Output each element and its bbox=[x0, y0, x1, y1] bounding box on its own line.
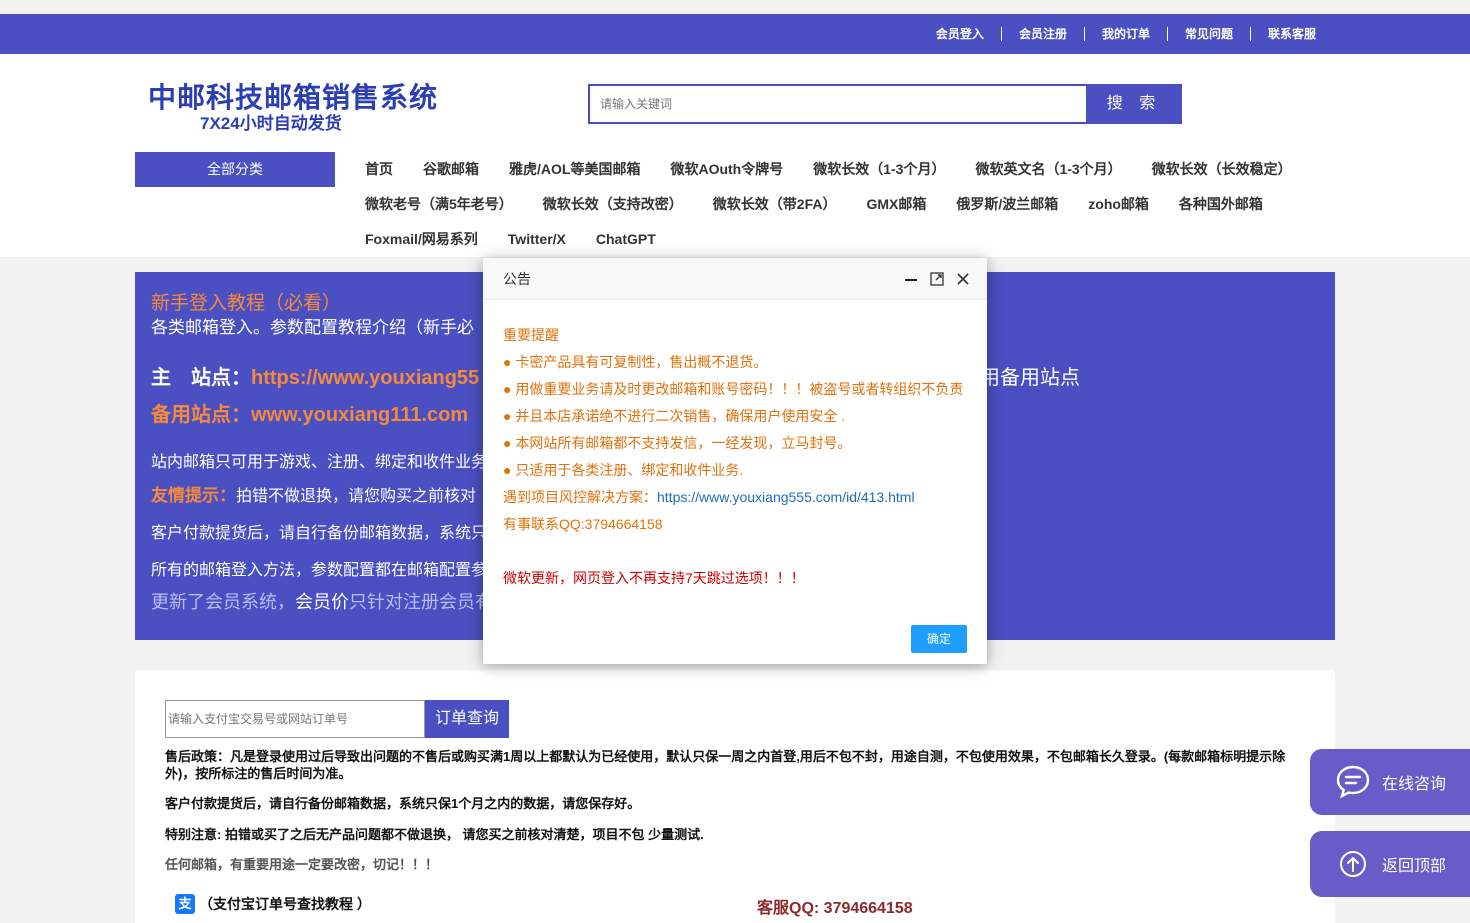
member-note-a: 更新了会员系统， bbox=[151, 592, 295, 612]
nav-item[interactable]: zoho邮箱 bbox=[1073, 187, 1164, 222]
microsoft-update-notice: 微软更新，网页登入不再支持7天跳过选项！！！ bbox=[503, 570, 805, 586]
logo-sub-text: 7X24小时自动发货 bbox=[200, 114, 342, 133]
service-qq: 客服QQ: 3794664158 bbox=[757, 900, 913, 917]
nav-item[interactable]: 各种国外邮箱 bbox=[1164, 187, 1278, 222]
member-register-link[interactable]: 会员注册 bbox=[1000, 27, 1084, 41]
nav-item[interactable]: 微软长效（支持改密） bbox=[528, 187, 698, 222]
announcement-dialog: 公告 重要提醒 ● 卡密产品具有可复制性，售出概不退货。 ● 用做重要业务请及时… bbox=[483, 258, 987, 664]
friendly-tip-text: 拍错不做退换，请您购买之前核对 bbox=[236, 488, 477, 505]
nav-item[interactable]: 微软长效（1-3个月） bbox=[798, 152, 960, 187]
notice-subtitle: 各类邮箱登入。参数配置教程介绍（新手必 bbox=[151, 318, 474, 337]
contact-service-link[interactable]: 联系客服 bbox=[1249, 27, 1333, 41]
nav-item[interactable]: 雅虎/AOL等美国邮箱 bbox=[494, 152, 655, 187]
confirm-button[interactable]: 确定 bbox=[911, 625, 967, 653]
order-query-panel: 请输入支付宝交易号或网站订单号 订单查询 售后政策：凡是登录使用过后导致出问题的… bbox=[135, 670, 1335, 923]
faq-link[interactable]: 常见问题 bbox=[1166, 27, 1250, 41]
maximize-icon[interactable] bbox=[929, 271, 945, 287]
dialog-item: ● 卡密产品具有可复制性，售出概不退货。 bbox=[503, 354, 768, 370]
logo-main-text: 中邮科技邮箱销售系统 bbox=[148, 82, 439, 113]
main-site-label: 主 站点： bbox=[151, 367, 251, 389]
risk-control-line: 遇到项目风控解决方案：https://www.youxiang555.com/i… bbox=[503, 484, 973, 511]
header: 中邮科技邮箱销售系统 7X24小时自动发货 请输入关键词 搜 索 全部分类 首页… bbox=[0, 54, 1470, 257]
dialog-title: 公告 bbox=[503, 271, 531, 287]
nav-item[interactable]: 微软长效（长效稳定） bbox=[1137, 152, 1307, 187]
search-button[interactable]: 搜 索 bbox=[1086, 84, 1182, 124]
dialog-item: ● 只适用于各类注册、绑定和收件业务. bbox=[503, 462, 744, 478]
order-query-button[interactable]: 订单查询 bbox=[425, 700, 509, 738]
main-site-url[interactable]: https://www.youxiang55 bbox=[251, 367, 479, 389]
backup-hint-text: 用备用站点 bbox=[980, 367, 1080, 389]
main-nav: 首页 谷歌邮箱 雅虎/AOL等美国邮箱 微软AOuth令牌号 微软长效（1-3个… bbox=[350, 152, 1330, 257]
nav-item[interactable]: GMX邮箱 bbox=[851, 187, 941, 222]
risk-control-label: 遇到项目风控解决方案： bbox=[503, 489, 657, 505]
top-bar: 会员登入 会员注册 我的订单 常见问题 联系客服 bbox=[0, 14, 1470, 54]
top-links: 会员登入 会员注册 我的订单 常见问题 联系客服 bbox=[919, 14, 1333, 54]
nav-item[interactable]: 首页 bbox=[350, 152, 408, 187]
order-number-input[interactable]: 请输入支付宝交易号或网站订单号 bbox=[165, 700, 425, 738]
data-backup-policy: 客户付款提货后，请自行备份邮箱数据，系统只保1个月之内的数据，请您保存好。 bbox=[165, 796, 641, 811]
site-logo[interactable]: 中邮科技邮箱销售系统 7X24小时自动发货 bbox=[148, 82, 438, 134]
arrow-up-circle-icon bbox=[1334, 845, 1372, 883]
nav-item[interactable]: ChatGPT bbox=[581, 222, 671, 257]
nav-item[interactable]: Foxmail/网易系列 bbox=[350, 222, 493, 257]
nav-item[interactable]: Twitter/X bbox=[493, 222, 581, 257]
alipay-icon: 支 bbox=[175, 894, 195, 914]
nav-item[interactable]: 谷歌邮箱 bbox=[408, 152, 494, 187]
config-note: 所有的邮箱登入方法，参数配置都在邮箱配置参 bbox=[151, 562, 488, 579]
online-consult-button[interactable]: 在线咨询 bbox=[1310, 749, 1470, 815]
password-reminder: 任何邮箱，有重要用途一定要改密，切记！！！ bbox=[165, 857, 439, 872]
usage-note: 站内邮箱只可用于游戏、注册、绑定和收件业务 bbox=[151, 454, 488, 471]
member-note-c: 只针对注册会员有 bbox=[349, 592, 493, 612]
dialog-item: ● 本网站所有邮箱都不支持发信，一经发现，立马封号。 bbox=[503, 435, 852, 451]
my-orders-link[interactable]: 我的订单 bbox=[1083, 27, 1167, 41]
minimize-icon[interactable] bbox=[903, 271, 919, 287]
risk-control-link[interactable]: https://www.youxiang555.com/id/413.html bbox=[657, 489, 915, 505]
special-note: 特别注意: 拍错或买了之后无产品问题都不做退换， 请您买之前核对清楚，项目不包 … bbox=[165, 827, 704, 842]
backup-site-line[interactable]: 备用站点：www.youxiang111.com bbox=[151, 398, 468, 427]
online-consult-label: 在线咨询 bbox=[1382, 776, 1447, 793]
friendly-tip-label: 友情提示： bbox=[151, 486, 236, 505]
contact-qq-line: 有事联系QQ:3794664158 bbox=[503, 516, 663, 532]
alipay-tutorial-link[interactable]: 支 （支付宝订单号查找教程 ） bbox=[175, 894, 371, 914]
dialog-header[interactable]: 公告 bbox=[483, 258, 987, 300]
member-note-b: 会员价 bbox=[295, 592, 349, 612]
alipay-tutorial-text: （支付宝订单号查找教程 ） bbox=[199, 896, 371, 912]
chat-bubble-icon bbox=[1334, 763, 1372, 801]
member-system-note: 更新了会员系统，会员价只针对注册会员有 bbox=[151, 588, 493, 614]
nav-item[interactable]: 微软AOuth令牌号 bbox=[655, 152, 798, 187]
notice-title[interactable]: 新手登入教程（必看） bbox=[151, 288, 341, 315]
nav-item[interactable]: 俄罗斯/波兰邮箱 bbox=[941, 187, 1073, 222]
friendly-tip: 友情提示：拍错不做退换，请您购买之前核对 bbox=[151, 481, 476, 506]
nav-item[interactable]: 微软长效（带2FA） bbox=[698, 187, 852, 222]
nav-item[interactable]: 微软英文名（1-3个月） bbox=[960, 152, 1136, 187]
back-to-top-label: 返回顶部 bbox=[1382, 858, 1447, 875]
back-to-top-button[interactable]: 返回顶部 bbox=[1310, 831, 1470, 897]
search-input[interactable]: 请输入关键词 bbox=[588, 84, 1088, 124]
after-sale-policy: 售后政策：凡是登录使用过后导致出问题的不售后或购买满1周以上都默认为已经使用，默… bbox=[165, 749, 1286, 781]
main-site-line: 主 站点：https://www.youxiang55 bbox=[151, 361, 479, 390]
nav-item[interactable]: 微软老号（满5年老号） bbox=[350, 187, 528, 222]
dialog-heading: 重要提醒 bbox=[503, 327, 559, 343]
all-categories-button[interactable]: 全部分类 bbox=[135, 152, 335, 187]
member-login-link[interactable]: 会员登入 bbox=[919, 27, 1001, 41]
close-icon[interactable] bbox=[955, 271, 971, 287]
dialog-body: 重要提醒 ● 卡密产品具有可复制性，售出概不退货。 ● 用做重要业务请及时更改邮… bbox=[503, 322, 973, 592]
dialog-item: ● 用做重要业务请及时更改邮箱和账号密码！！！被盗号或者转组织不负责 bbox=[503, 381, 964, 397]
backup-data-note: 客户付款提货后，请自行备份邮箱数据，系统只 bbox=[151, 525, 488, 542]
dialog-item: ● 并且本店承诺绝不进行二次销售，确保用户使用安全 . bbox=[503, 408, 846, 424]
